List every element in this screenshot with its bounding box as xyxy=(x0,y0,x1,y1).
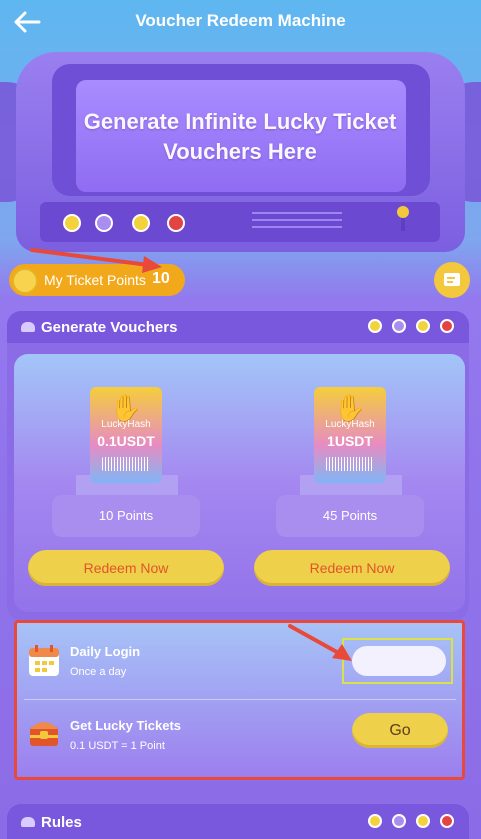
voucher-brand: LuckyHash xyxy=(101,419,151,430)
voucher-points: 45 Points xyxy=(322,508,378,523)
machine-screen-text: Generate Infinite Lucky Ticket Vouchers … xyxy=(83,109,397,164)
section-icon xyxy=(21,322,35,332)
barcode xyxy=(326,457,374,471)
section-icon xyxy=(21,817,35,827)
page-title: Voucher Redeem Machine xyxy=(135,11,346,30)
task-title-daily-login: Daily Login xyxy=(70,644,141,659)
task-title-lucky-tickets: Get Lucky Tickets xyxy=(70,718,182,733)
redeem-button[interactable]: Redeem Now xyxy=(254,550,450,586)
go-button[interactable]: Go xyxy=(352,713,448,748)
status-dot xyxy=(392,814,406,828)
joystick-icon xyxy=(397,206,409,231)
generate-vouchers-title: Generate Vouchers xyxy=(41,319,178,336)
machine-light-red xyxy=(167,214,185,232)
app-root: Voucher Redeem Machine Generate Infinite… xyxy=(0,0,481,839)
calendar-icon xyxy=(29,645,59,676)
redeem-button[interactable]: Redeem Now xyxy=(28,550,224,586)
annotation-arrow-icon xyxy=(30,248,162,273)
machine-light-yellow xyxy=(63,214,81,232)
status-dot xyxy=(440,319,454,333)
task-subtitle-daily-login: Once a day xyxy=(70,666,127,678)
voucher-amount: 1USDT xyxy=(327,433,373,449)
status-dot xyxy=(392,319,406,333)
annotation-arrow-icon xyxy=(288,624,352,661)
history-button[interactable] xyxy=(434,262,470,298)
task-subtitle-lucky-tickets: 0.1 USDT = 1 Point xyxy=(70,740,165,752)
voucher-ticket-image: ✋ LuckyHash 0.1USDT xyxy=(90,387,162,483)
barcode xyxy=(102,457,150,471)
voucher-amount: 0.1USDT xyxy=(97,433,155,449)
status-dot xyxy=(440,814,454,828)
voucher-ticket-image: ✋ LuckyHash 1USDT xyxy=(314,387,386,483)
machine-light-yellow xyxy=(132,214,150,232)
status-dot xyxy=(368,319,382,333)
machine-vent xyxy=(252,212,342,232)
daily-login-button[interactable] xyxy=(352,646,446,676)
status-dot xyxy=(368,814,382,828)
status-dot xyxy=(416,814,430,828)
machine-light-purple xyxy=(95,214,113,232)
task-divider xyxy=(24,699,456,700)
ticket-history-icon xyxy=(444,273,460,286)
rules-title: Rules xyxy=(41,814,82,831)
voucher-brand: LuckyHash xyxy=(325,419,375,430)
status-dot xyxy=(416,319,430,333)
treasure-chest-icon xyxy=(30,722,58,746)
voucher-points: 10 Points xyxy=(98,508,154,523)
header: Voucher Redeem Machine xyxy=(0,0,481,44)
